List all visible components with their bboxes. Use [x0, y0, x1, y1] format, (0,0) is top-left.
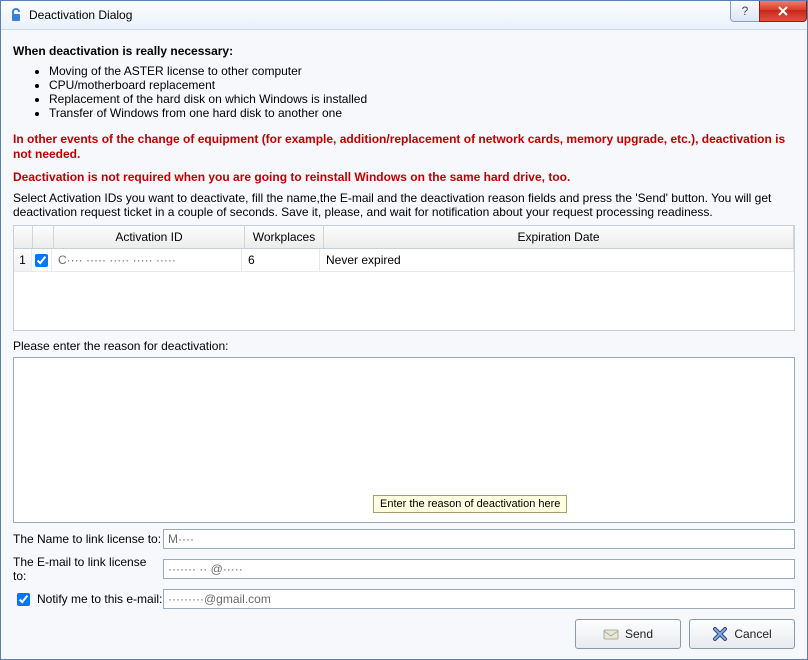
cancel-button-label: Cancel	[734, 627, 771, 641]
reason-label: Please enter the reason for deactivation…	[13, 339, 795, 353]
notify-checkbox[interactable]	[17, 593, 30, 606]
heading: When deactivation is really necessary:	[13, 44, 795, 58]
send-button-label: Send	[625, 627, 653, 641]
cancel-button[interactable]: Cancel	[689, 619, 795, 649]
col-checkbox	[33, 226, 54, 248]
reason-container: Enter the reason of deactivation here	[13, 357, 795, 523]
reason-tooltip: Enter the reason of deactivation here	[373, 495, 567, 513]
col-activation-id[interactable]: Activation ID	[54, 226, 245, 248]
send-button[interactable]: Send	[575, 619, 681, 649]
col-workplaces[interactable]: Workplaces	[245, 226, 324, 248]
instructions: Select Activation IDs you want to deacti…	[13, 191, 795, 219]
reason-list: Moving of the ASTER license to other com…	[49, 64, 795, 120]
email-label: The E-mail to link license to:	[13, 555, 163, 583]
help-icon: ?	[742, 4, 749, 18]
table-row[interactable]: 1 C···· ····· ····· ····· ····· 6 Never …	[14, 249, 794, 272]
name-label: The Name to link license to:	[13, 532, 163, 546]
cell-workplaces: 6	[242, 249, 320, 271]
row-notify: Notify me to this e-mail:	[13, 589, 795, 609]
cell-activation-id: C···· ····· ····· ····· ·····	[52, 249, 242, 271]
mail-icon	[603, 626, 619, 642]
dialog-buttons: Send Cancel	[13, 619, 795, 649]
reason-item: CPU/motherboard replacement	[49, 78, 795, 92]
row-name: The Name to link license to:	[13, 529, 795, 549]
notify-label: Notify me to this e-mail:	[13, 590, 163, 609]
window-buttons: ?	[731, 1, 807, 29]
warning-text-2: Deactivation is not required when you ar…	[13, 170, 795, 185]
name-field[interactable]	[163, 529, 795, 549]
cell-expiration: Never expired	[320, 249, 794, 271]
reason-item: Moving of the ASTER license to other com…	[49, 64, 795, 78]
notify-label-text: Notify me to this e-mail:	[37, 592, 162, 606]
deactivation-dialog-window: Deactivation Dialog ? When deactivation …	[0, 0, 808, 660]
row-checkbox-cell	[32, 249, 52, 271]
dialog-content: When deactivation is really necessary: M…	[1, 30, 807, 659]
reason-item: Transfer of Windows from one hard disk t…	[49, 106, 795, 120]
cancel-icon	[712, 626, 728, 642]
row-email: The E-mail to link license to:	[13, 555, 795, 583]
close-icon	[777, 6, 789, 16]
row-checkbox[interactable]	[35, 254, 48, 267]
titlebar[interactable]: Deactivation Dialog ?	[1, 1, 807, 30]
col-expiration[interactable]: Expiration Date	[324, 226, 794, 248]
reason-item: Replacement of the hard disk on which Wi…	[49, 92, 795, 106]
table-header: Activation ID Workplaces Expiration Date	[14, 226, 794, 249]
help-button[interactable]: ?	[730, 1, 760, 22]
window-title: Deactivation Dialog	[29, 8, 731, 22]
email-field[interactable]	[163, 559, 795, 579]
close-button[interactable]	[759, 1, 807, 22]
warning-text-1: In other events of the change of equipme…	[13, 132, 795, 162]
row-number: 1	[14, 249, 32, 271]
col-rownum	[14, 226, 33, 248]
app-icon	[7, 7, 23, 23]
notify-email-field[interactable]	[163, 589, 795, 609]
activation-table: Activation ID Workplaces Expiration Date…	[13, 225, 795, 331]
